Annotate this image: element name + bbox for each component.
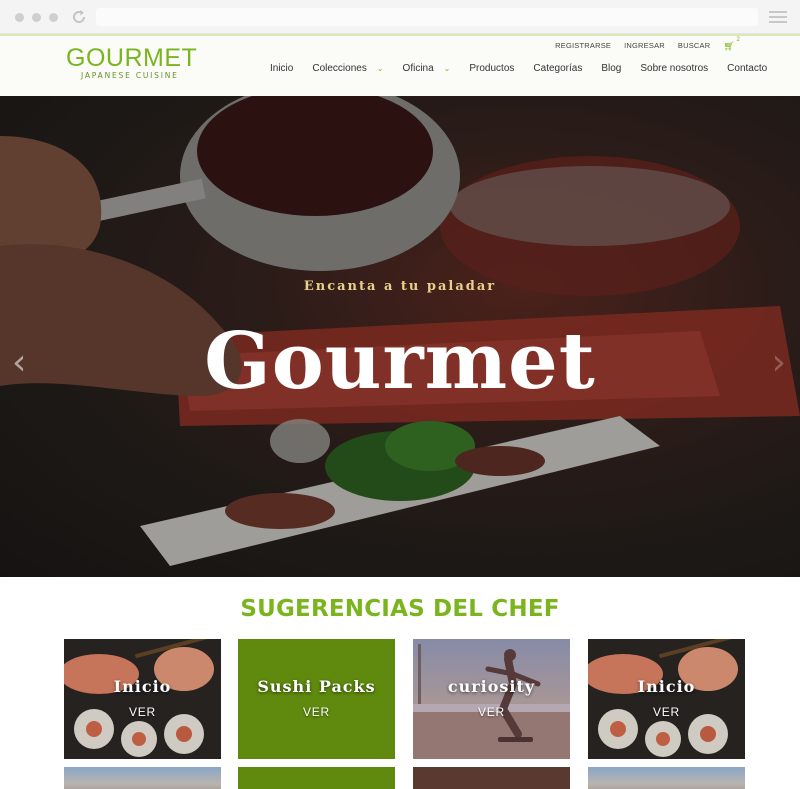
site-header: GOURMET JAPANESE CUISINE REGISTRARSE ING… [0, 34, 800, 96]
card-view-link[interactable]: VER [413, 705, 570, 719]
nav-item-label: Colecciones [312, 63, 367, 74]
nav-item-categorias[interactable]: Categorías [533, 63, 582, 74]
nav-item-label: Contacto [727, 63, 768, 74]
nav-item-blog[interactable]: Blog [601, 63, 621, 74]
card-view-link[interactable]: VER [238, 705, 395, 719]
account-links: REGISTRARSE INGRESAR BUSCAR 🛒︎ 2 [555, 37, 740, 52]
window-close-dot[interactable] [15, 13, 24, 22]
nav-item-oficina[interactable]: Oficina ⌄ [403, 63, 451, 74]
nav-item-label: Inicio [270, 63, 294, 74]
section-title: SUGERENCIAS DEL CHEF [240, 596, 560, 622]
cart-link[interactable]: 🛒︎ 2 [723, 37, 739, 52]
card-inicio[interactable]: Inicio VER [64, 639, 221, 759]
logo-subtitle: JAPANESE CUISINE [81, 71, 179, 80]
slider-prev-icon[interactable]: ‹ [12, 342, 26, 383]
browser-window: GOURMET JAPANESE CUISINE REGISTRARSE ING… [0, 0, 800, 789]
card-view-link[interactable]: VER [64, 705, 221, 719]
nav-item-sobre-nosotros[interactable]: Sobre nosotros [640, 63, 708, 74]
address-bar[interactable] [96, 8, 758, 26]
window-minimize-dot[interactable] [32, 13, 41, 22]
browser-toolbar [0, 0, 800, 34]
nav-item-label: Productos [469, 63, 515, 74]
login-link[interactable]: INGRESAR [624, 41, 665, 52]
nav-item-productos[interactable]: Productos [469, 63, 514, 74]
card-curiosity[interactable]: curiosity VER [413, 639, 570, 759]
card-partial[interactable] [588, 767, 745, 789]
card-partial[interactable] [64, 767, 221, 789]
chevron-down-icon: ⌄ [443, 64, 451, 73]
hero-title: Gourmet [204, 316, 596, 407]
card-title: Inicio [637, 677, 696, 696]
card-title: Sushi Packs [257, 677, 376, 696]
reload-icon[interactable] [71, 9, 87, 25]
window-maximize-dot[interactable] [49, 13, 58, 22]
search-link[interactable]: BUSCAR [678, 41, 710, 52]
slider-next-icon[interactable]: › [772, 342, 786, 383]
card-view-link[interactable]: VER [588, 705, 745, 719]
card-title: Inicio [113, 677, 172, 696]
sushi-image [588, 639, 745, 759]
cart-count: 2 [736, 37, 740, 43]
hero-tagline: Encanta a tu paladar [303, 279, 497, 294]
nav-item-inicio[interactable]: Inicio [270, 63, 293, 74]
skater-image [413, 639, 570, 759]
chevron-down-icon: ⌄ [376, 64, 384, 73]
main-nav: Inicio Colecciones ⌄ Oficina ⌄ Productos… [270, 63, 786, 74]
hero-slider: Encanta a tu paladar Gourmet ‹ › [0, 96, 800, 577]
card-inicio[interactable]: Inicio VER [588, 639, 745, 759]
nav-item-label: Oficina [402, 63, 434, 74]
nav-item-label: Categorías [533, 63, 583, 74]
card-title: curiosity [447, 677, 536, 696]
nav-item-contacto[interactable]: Contacto [727, 63, 767, 74]
sushi-image [64, 639, 221, 759]
cart-icon: 🛒︎ [723, 41, 735, 51]
nav-item-colecciones[interactable]: Colecciones ⌄ [312, 63, 383, 74]
nav-item-label: Blog [601, 63, 622, 74]
logo-title: GOURMET [66, 44, 198, 72]
card-sushi-packs[interactable]: Sushi Packs VER [238, 639, 395, 759]
menu-icon[interactable] [769, 11, 787, 24]
card-partial[interactable] [413, 767, 570, 789]
nav-item-label: Sobre nosotros [640, 63, 709, 74]
logo[interactable]: GOURMET JAPANESE CUISINE [66, 44, 198, 81]
register-link[interactable]: REGISTRARSE [555, 41, 611, 52]
card-partial[interactable] [238, 767, 395, 789]
